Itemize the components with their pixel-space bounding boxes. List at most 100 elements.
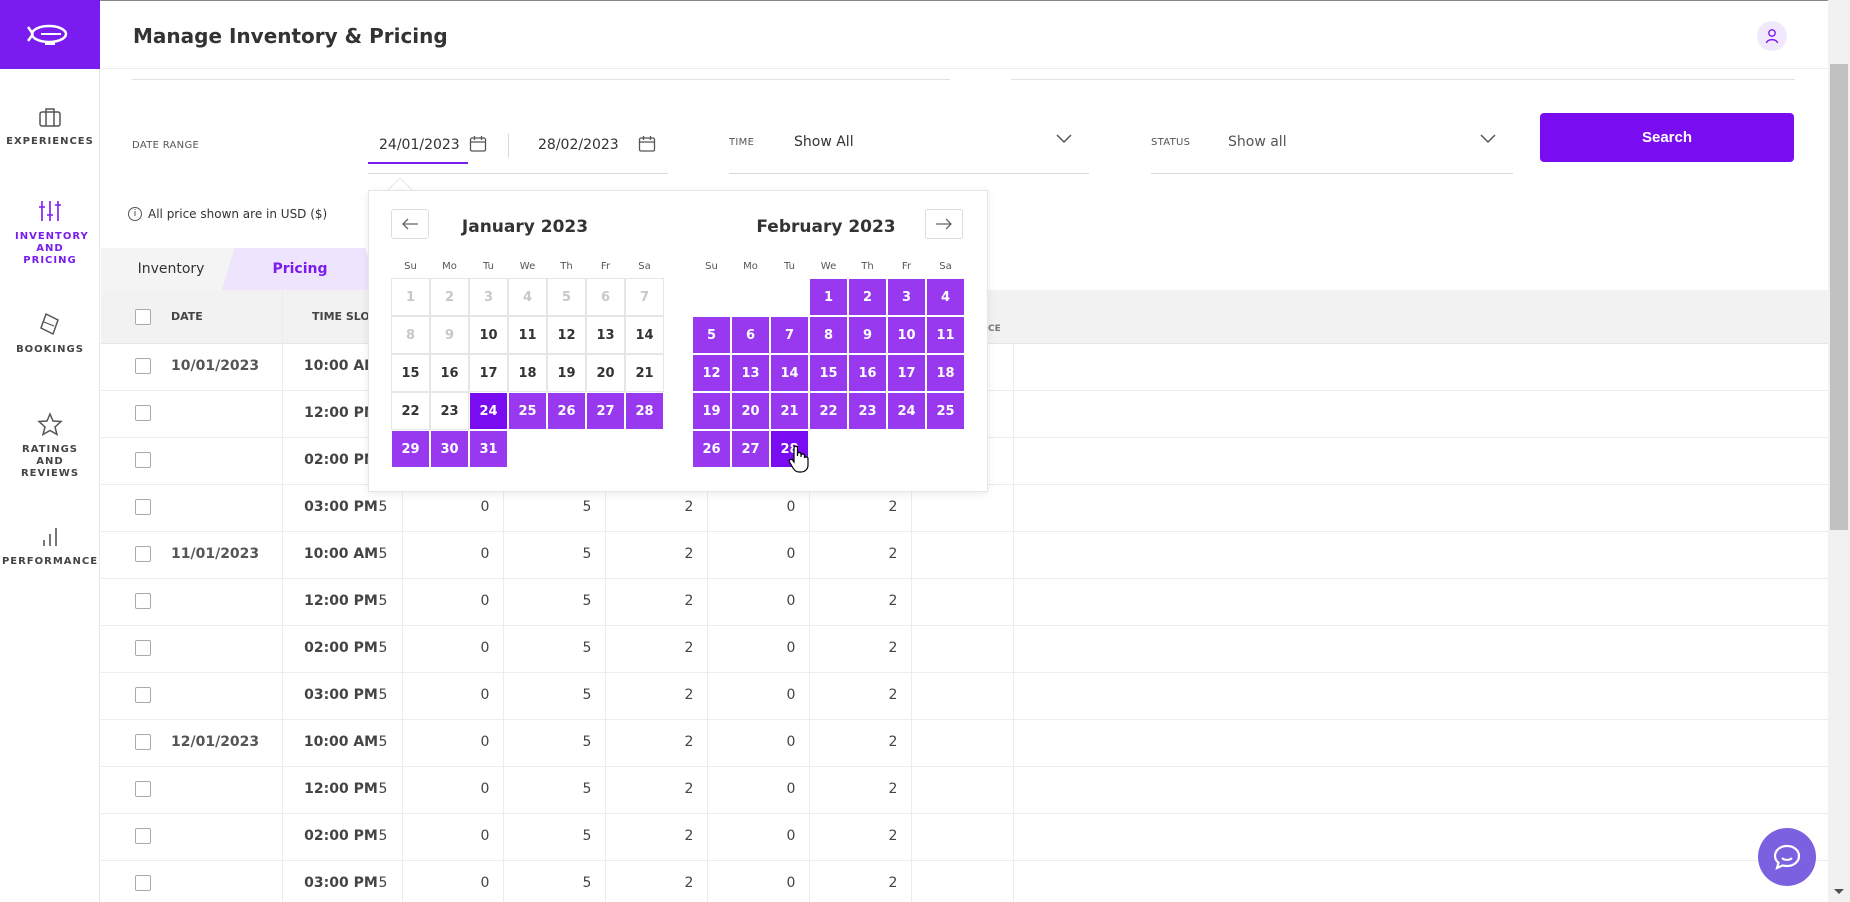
calendar-icon[interactable] xyxy=(638,135,656,153)
row-value-cell[interactable]: 0 xyxy=(740,781,842,797)
row-value-cell[interactable]: 0 xyxy=(740,875,842,891)
row-checkbox[interactable] xyxy=(135,499,151,515)
row-value-cell[interactable]: 0 xyxy=(740,687,842,703)
start-date-input[interactable]: 24/01/2023 xyxy=(379,137,460,153)
user-menu-button[interactable] xyxy=(1757,21,1787,51)
table-row[interactable]: 03:00 PM 5 0 5 2 0 2 xyxy=(101,861,1828,902)
row-value-cell[interactable]: 2 xyxy=(842,546,944,562)
row-value-cell[interactable]: 2 xyxy=(842,781,944,797)
time-select[interactable]: Show All xyxy=(794,134,854,150)
calendar-day[interactable]: 19 xyxy=(692,392,731,430)
row-value-cell[interactable]: 5 xyxy=(332,734,434,750)
row-value-cell[interactable]: 5 xyxy=(332,687,434,703)
calendar-day[interactable]: 14 xyxy=(625,316,664,354)
row-value-cell[interactable]: 0 xyxy=(434,828,536,844)
row-value-cell[interactable]: 5 xyxy=(536,640,638,656)
end-date-input[interactable]: 28/02/2023 xyxy=(538,137,618,153)
sidebar-item-performance[interactable]: PERFORMANCE xyxy=(0,526,100,568)
row-value-cell[interactable]: 5 xyxy=(332,828,434,844)
row-value-cell[interactable]: 2 xyxy=(638,546,740,562)
row-value-cell[interactable]: 5 xyxy=(332,499,434,515)
calendar-day[interactable]: 7 xyxy=(770,316,809,354)
calendar-day[interactable]: 3 xyxy=(887,278,926,316)
row-value-cell[interactable]: 2 xyxy=(842,875,944,891)
calendar-day[interactable]: 26 xyxy=(692,430,731,468)
calendar-day[interactable]: 23 xyxy=(430,392,469,430)
sidebar-item-experiences[interactable]: EXPERIENCES xyxy=(0,106,100,148)
chevron-down-icon[interactable] xyxy=(1056,134,1072,144)
scroll-down-arrow-icon[interactable] xyxy=(1833,888,1845,896)
calendar-day[interactable]: 20 xyxy=(731,392,770,430)
table-row[interactable]: 03:00 PM 5 0 5 2 0 2 xyxy=(101,673,1828,720)
calendar-day[interactable]: 31 xyxy=(469,430,508,468)
row-checkbox[interactable] xyxy=(135,734,151,750)
search-button[interactable]: Search xyxy=(1540,113,1794,162)
row-value-cell[interactable]: 5 xyxy=(536,781,638,797)
calendar-day[interactable]: 28 xyxy=(625,392,664,430)
calendar-day[interactable]: 19 xyxy=(547,354,586,392)
row-value-cell[interactable]: 2 xyxy=(638,593,740,609)
row-value-cell[interactable]: 0 xyxy=(434,593,536,609)
brand-logo[interactable] xyxy=(0,0,100,69)
calendar-day[interactable]: 22 xyxy=(809,392,848,430)
status-select[interactable]: Show all xyxy=(1228,134,1287,150)
row-value-cell[interactable]: 2 xyxy=(842,734,944,750)
calendar-day[interactable]: 14 xyxy=(770,354,809,392)
row-checkbox[interactable] xyxy=(135,405,151,421)
calendar-day[interactable]: 13 xyxy=(731,354,770,392)
sidebar-item-inventory-pricing[interactable]: INVENTORY AND PRICING xyxy=(0,199,100,267)
calendar-day[interactable]: 17 xyxy=(887,354,926,392)
row-value-cell[interactable]: 5 xyxy=(536,593,638,609)
calendar-day[interactable]: 11 xyxy=(926,316,965,354)
sidebar-item-bookings[interactable]: BOOKINGS xyxy=(0,312,100,356)
row-checkbox[interactable] xyxy=(135,687,151,703)
row-value-cell[interactable]: 0 xyxy=(434,640,536,656)
calendar-day[interactable]: 10 xyxy=(887,316,926,354)
row-value-cell[interactable]: 2 xyxy=(638,875,740,891)
table-row[interactable]: 12/01/2023 10:00 AM 5 0 5 2 0 2 xyxy=(101,720,1828,767)
row-value-cell[interactable]: 0 xyxy=(434,546,536,562)
row-value-cell[interactable]: 5 xyxy=(536,828,638,844)
row-value-cell[interactable]: 0 xyxy=(434,734,536,750)
calendar-day[interactable]: 21 xyxy=(625,354,664,392)
row-checkbox[interactable] xyxy=(135,828,151,844)
calendar-day[interactable]: 1 xyxy=(809,278,848,316)
row-value-cell[interactable]: 2 xyxy=(638,640,740,656)
row-value-cell[interactable]: 0 xyxy=(434,875,536,891)
calendar-day[interactable]: 21 xyxy=(770,392,809,430)
row-value-cell[interactable]: 0 xyxy=(740,546,842,562)
row-value-cell[interactable]: 2 xyxy=(638,734,740,750)
row-value-cell[interactable]: 5 xyxy=(332,640,434,656)
row-value-cell[interactable]: 2 xyxy=(638,499,740,515)
select-all-checkbox[interactable] xyxy=(135,309,151,325)
calendar-day[interactable]: 16 xyxy=(848,354,887,392)
row-value-cell[interactable]: 2 xyxy=(638,828,740,844)
table-row[interactable]: 12:00 PM 5 0 5 2 0 2 xyxy=(101,767,1828,814)
calendar-day[interactable]: 22 xyxy=(391,392,430,430)
calendar-day[interactable]: 11 xyxy=(508,316,547,354)
calendar-day[interactable]: 18 xyxy=(926,354,965,392)
calendar-day[interactable]: 26 xyxy=(547,392,586,430)
row-value-cell[interactable]: 5 xyxy=(536,875,638,891)
tab-inventory[interactable]: Inventory xyxy=(101,248,241,290)
row-checkbox[interactable] xyxy=(135,358,151,374)
calendar-day[interactable]: 9 xyxy=(848,316,887,354)
calendar-day[interactable]: 23 xyxy=(848,392,887,430)
row-value-cell[interactable]: 5 xyxy=(536,734,638,750)
calendar-day[interactable]: 16 xyxy=(430,354,469,392)
calendar-day[interactable]: 15 xyxy=(809,354,848,392)
calendar-day[interactable]: 12 xyxy=(692,354,731,392)
row-value-cell[interactable]: 0 xyxy=(434,781,536,797)
calendar-day[interactable]: 12 xyxy=(547,316,586,354)
table-row[interactable]: 11/01/2023 10:00 AM 5 0 5 2 0 2 xyxy=(101,532,1828,579)
row-value-cell[interactable]: 5 xyxy=(332,781,434,797)
calendar-day[interactable]: 6 xyxy=(731,316,770,354)
row-checkbox[interactable] xyxy=(135,781,151,797)
table-row[interactable]: 03:00 PM 5 0 5 2 0 2 xyxy=(101,485,1828,532)
calendar-day[interactable]: 15 xyxy=(391,354,430,392)
row-value-cell[interactable]: 5 xyxy=(332,593,434,609)
calendar-day[interactable]: 24 xyxy=(887,392,926,430)
calendar-day[interactable]: 4 xyxy=(926,278,965,316)
calendar-day[interactable]: 20 xyxy=(586,354,625,392)
row-value-cell[interactable]: 2 xyxy=(638,781,740,797)
